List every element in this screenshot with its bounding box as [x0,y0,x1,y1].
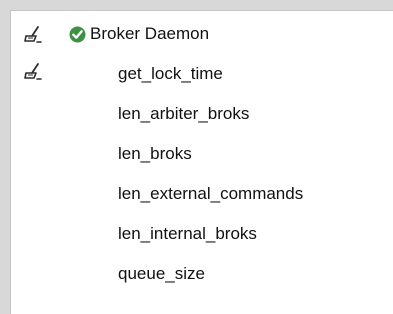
tree-row-label: len_internal_broks [118,224,257,243]
tree-row-label: queue_size [118,264,205,283]
service-tree: Broker Daemon get_lock_time len_arbiter_… [10,10,393,314]
tree-row-label: len_broks [118,144,192,163]
tree-row-queue-size[interactable]: queue_size [11,259,393,289]
tree-row-get-lock-time[interactable]: get_lock_time [11,59,393,89]
check-circle-icon [69,26,86,43]
tree-row-label: get_lock_time [118,64,223,83]
tree-row-label: len_external_commands [118,184,304,203]
tree-row-len-external-commands[interactable]: len_external_commands [11,179,393,209]
broom-icon[interactable] [23,63,45,81]
tree-row-label: Broker Daemon [90,24,210,43]
tree-row-len-arbiter-broks[interactable]: len_arbiter_broks [11,99,393,129]
tree-row-len-broks[interactable]: len_broks [11,139,393,169]
tree-row-label: len_arbiter_broks [118,104,250,123]
broom-icon[interactable] [23,26,45,44]
tree-row-broker-daemon[interactable]: Broker Daemon [11,19,393,49]
tree-row-len-internal-broks[interactable]: len_internal_broks [11,219,393,249]
